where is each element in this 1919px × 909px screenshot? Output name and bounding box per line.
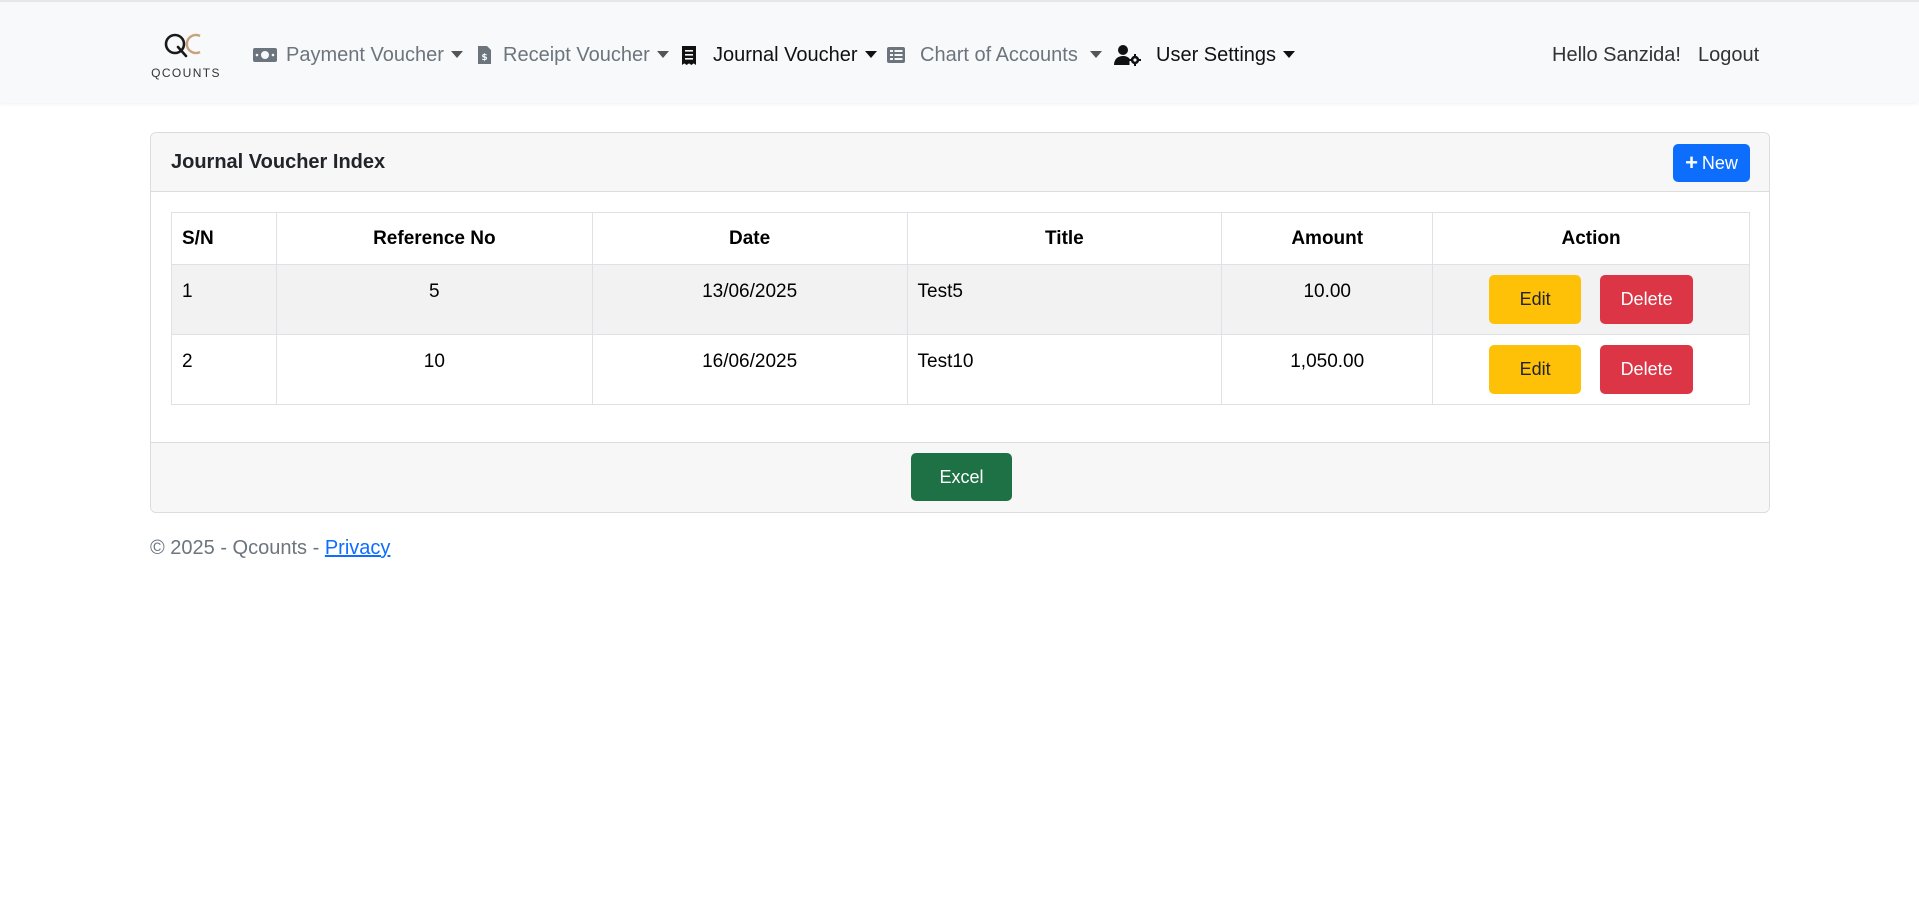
edit-button[interactable]: Edit [1489, 275, 1582, 324]
column-header-date: Date [591, 212, 908, 265]
nav-payment-voucher-label: Payment Voucher [286, 43, 444, 66]
cell-title: Test5 [906, 264, 1223, 335]
column-header-sn: S/N [171, 212, 277, 265]
cell-date: 13/06/2025 [591, 264, 908, 335]
voucher-table: S/N Reference No Date Title Amount Actio… [171, 212, 1750, 405]
qc-logo-icon [164, 33, 201, 58]
cell-amount: 1,050.00 [1221, 334, 1434, 405]
card-footer: Excel [151, 442, 1769, 512]
user-greeting: Hello Sanzida! [1552, 43, 1681, 66]
logout-link[interactable]: Logout [1698, 40, 1759, 70]
nav-chart-of-accounts-label: Chart of Accounts [920, 43, 1078, 66]
column-header-reference: Reference No [275, 212, 593, 265]
cell-reference: 5 [275, 264, 593, 335]
chevron-down-icon [450, 50, 463, 58]
file-invoice-dollar-icon: $ [477, 44, 497, 66]
nav-user-settings[interactable]: User Settings [1114, 40, 1296, 70]
new-button-label: New [1701, 152, 1738, 173]
nav-journal-voucher[interactable]: Journal Voucher [681, 40, 877, 70]
table-row: 1 5 13/06/2025 Test5 10.00 Edit Delete [171, 264, 1750, 335]
privacy-link[interactable]: Privacy [325, 537, 391, 559]
edit-button[interactable]: Edit [1489, 345, 1582, 394]
column-header-title: Title [906, 212, 1223, 265]
brand-logo[interactable]: QCOUNTS [150, 30, 222, 80]
receipt-icon [681, 44, 707, 66]
chevron-down-icon [864, 50, 877, 58]
plus-icon: + [1685, 150, 1698, 175]
page-title: Journal Voucher Index [171, 151, 386, 173]
svg-text:$: $ [481, 53, 487, 63]
nav-journal-voucher-label: Journal Voucher [713, 43, 858, 66]
chevron-down-icon [1089, 50, 1102, 58]
nav-receipt-voucher[interactable]: $ Receipt Voucher [477, 40, 669, 70]
page-footer: © 2025 - Qcounts - Privacy [150, 537, 390, 560]
chevron-down-icon [656, 50, 669, 58]
top-navbar: QCOUNTS Payment Voucher $ Receipt Vouche… [0, 0, 1919, 103]
cell-title: Test10 [906, 334, 1223, 405]
money-bill-icon [252, 44, 280, 66]
card-header: Journal Voucher Index + New [151, 133, 1769, 192]
nav-chart-of-accounts[interactable]: Chart of Accounts [886, 40, 1102, 70]
chevron-down-icon [1283, 50, 1296, 58]
list-table-icon [886, 44, 914, 66]
cell-action: Edit Delete [1432, 264, 1750, 335]
nav-receipt-voucher-label: Receipt Voucher [503, 43, 650, 66]
cell-reference: 10 [275, 334, 593, 405]
user-gear-icon [1114, 44, 1150, 66]
column-header-action: Action [1432, 212, 1750, 265]
copyright-text: © 2025 - Qcounts - [150, 537, 325, 559]
table-header-row: S/N Reference No Date Title Amount Actio… [171, 212, 1750, 265]
excel-export-button[interactable]: Excel [911, 453, 1012, 501]
cell-date: 16/06/2025 [591, 334, 908, 405]
new-button[interactable]: + New [1673, 144, 1750, 182]
cell-sn: 1 [171, 264, 277, 335]
cell-sn: 2 [171, 334, 277, 405]
delete-button[interactable]: Delete [1600, 345, 1694, 394]
brand-name: QCOUNTS [151, 66, 221, 80]
nav-user-settings-label: User Settings [1156, 43, 1277, 66]
column-header-amount: Amount [1221, 212, 1434, 265]
nav-payment-voucher[interactable]: Payment Voucher [252, 40, 463, 70]
cell-amount: 10.00 [1221, 264, 1434, 335]
delete-button[interactable]: Delete [1600, 275, 1694, 324]
journal-voucher-card: Journal Voucher Index + New S/N Referenc… [150, 132, 1770, 513]
cell-action: Edit Delete [1432, 334, 1750, 405]
table-row: 2 10 16/06/2025 Test10 1,050.00 Edit Dele… [171, 334, 1750, 405]
